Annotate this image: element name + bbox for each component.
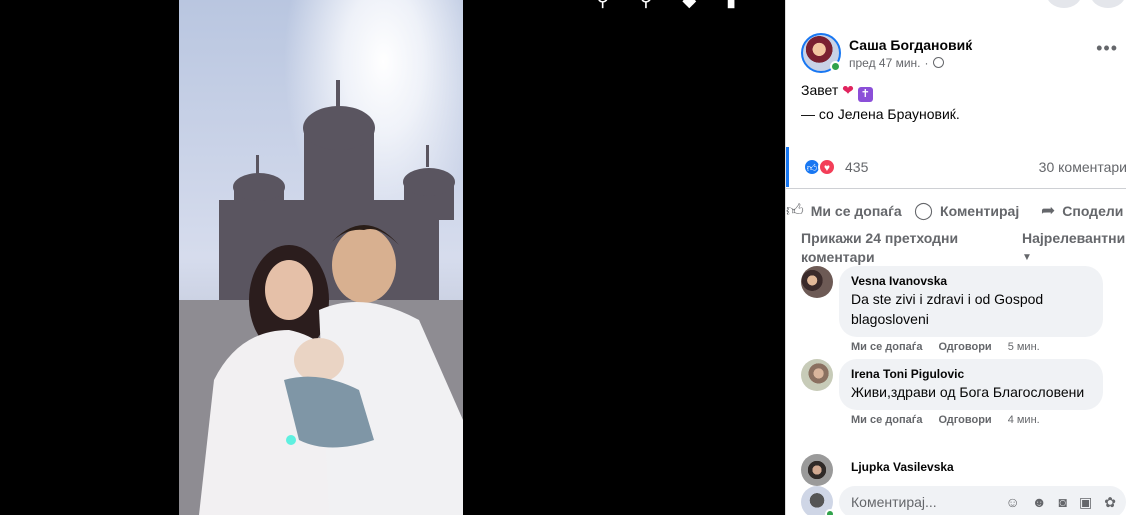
tagged-with: — со Јелена Брауновиќ. <box>801 106 960 122</box>
heart-emoji-icon: ❤ <box>842 82 854 98</box>
comment-text: Живи,здрави од Бога Благословени <box>851 384 1085 400</box>
comment-sort-dropdown[interactable]: Најрелевантни ▼ <box>1022 229 1125 267</box>
top-controls <box>1046 0 1126 8</box>
comment-composer: Коментирај... ☺ ☻ ◙ ▣ ✿ <box>801 486 1126 515</box>
author-name[interactable]: Саша Богдановиќ <box>849 37 972 53</box>
thumbs-up-icon: 👍︎ <box>786 201 804 220</box>
globe-icon <box>932 57 944 68</box>
photo-image <box>179 0 463 515</box>
comment-like-button[interactable]: Ми се допаѓа <box>851 414 922 426</box>
love-reaction-icon: ♥ <box>818 158 836 176</box>
emoji-icon[interactable]: ☻ <box>1032 494 1047 511</box>
post-actions: 👍︎ Ми се допаѓа ◯ Коментирај ➦ Сподели <box>786 188 1126 232</box>
camera-icon[interactable]: ◙ <box>1059 494 1067 511</box>
share-arrow-icon: ➦ <box>1041 200 1056 220</box>
notifications-button[interactable] <box>1046 0 1082 8</box>
composer-tools: ☺ ☻ ◙ ▣ ✿ <box>1006 494 1126 511</box>
post-meta: пред 47 мин. · <box>849 56 972 70</box>
reaction-count[interactable]: 435 <box>845 159 868 175</box>
more-options-icon[interactable]: ••• <box>1096 38 1118 59</box>
commenter-name[interactable]: Ljupka Vasilevska <box>851 460 1091 474</box>
post-header: Саша Богдановиќ пред 47 мин. · <box>801 33 972 73</box>
search-icon[interactable]: ⚲ <box>596 0 609 11</box>
viewer-toolbar: ⚲ ⚲ ◆ ▮ <box>596 0 736 11</box>
current-user-avatar[interactable] <box>801 486 835 515</box>
author-avatar[interactable] <box>801 33 841 73</box>
post-sidebar: Саша Богдановиќ пред 47 мин. · ••• Завет… <box>785 0 1126 515</box>
online-indicator <box>825 509 835 515</box>
comment-like-button[interactable]: Ми се допаѓа <box>851 341 922 353</box>
comment-time[interactable]: 4 мин. <box>1008 414 1040 426</box>
reaction-icons[interactable]: 👍︎ ♥ <box>803 158 836 176</box>
caret-down-icon: ▼ <box>1022 252 1032 263</box>
tagged-person-link[interactable]: Јелена Брауновиќ <box>838 106 956 122</box>
avatar-sticker-icon[interactable]: ☺ <box>1006 494 1020 511</box>
comment-bubble-icon: ◯ <box>914 200 934 220</box>
orthodox-cross-emoji-icon: ✝ <box>857 87 873 102</box>
commenter-name[interactable]: Vesna Ivanovska <box>851 274 1091 288</box>
commenter-avatar[interactable] <box>801 359 833 391</box>
post-photo[interactable] <box>179 0 463 515</box>
post-caption: Завет ❤ ✝ <box>801 82 873 102</box>
comment-button[interactable]: ◯ Коментирај <box>914 201 1019 221</box>
sticker-icon[interactable]: ✿ <box>1104 494 1116 511</box>
post-time[interactable]: пред 47 мин. <box>849 56 921 70</box>
reactions-bar: 👍︎ ♥ 435 30 коментари <box>786 147 1126 187</box>
comment-actions: Ми се допаѓа Одговори 5 мин. <box>839 341 1103 353</box>
comment-bubble: Vesna Ivanovska Da ste zivi i zdravi i o… <box>839 266 1103 337</box>
share-button[interactable]: ➦ Сподели <box>1041 201 1123 221</box>
comment: Vesna Ivanovska Da ste zivi i zdravi i o… <box>801 266 1103 353</box>
commenter-avatar[interactable] <box>801 454 833 486</box>
more-icon[interactable]: ▮ <box>726 0 736 11</box>
comment-bubble: Irena Toni Pigulovic Живи,здрави од Бога… <box>839 359 1103 410</box>
photo-viewer: ⚲ ⚲ ◆ ▮ <box>0 0 785 515</box>
commenter-name[interactable]: Irena Toni Pigulovic <box>851 367 1091 381</box>
comment-input[interactable]: Коментирај... ☺ ☻ ◙ ▣ ✿ <box>839 486 1126 515</box>
comment-count[interactable]: 30 коментари <box>1039 159 1126 175</box>
comment: Ljupka Vasilevska <box>801 454 1103 486</box>
gif-icon[interactable]: ▣ <box>1079 494 1092 511</box>
comment-actions: Ми се допаѓа Одговори 4 мин. <box>839 414 1103 426</box>
comment-reply-button[interactable]: Одговори <box>938 414 991 426</box>
comment-bubble: Ljupka Vasilevska <box>839 454 1103 482</box>
comment: Irena Toni Pigulovic Живи,здрави од Бога… <box>801 359 1103 426</box>
tag-icon[interactable]: ◆ <box>682 0 696 11</box>
comment-text: Da ste zivi i zdravi i od Gospod blagosl… <box>851 291 1044 327</box>
view-previous-comments-link[interactable]: Прикажи 24 претходни коментари <box>801 229 1001 267</box>
like-button[interactable]: 👍︎ Ми се допаѓа <box>786 200 902 221</box>
online-indicator <box>830 61 841 72</box>
comment-reply-button[interactable]: Одговори <box>938 341 991 353</box>
comment-time[interactable]: 5 мин. <box>1008 341 1040 353</box>
zoom-out-icon[interactable]: ⚲ <box>639 0 652 11</box>
account-button[interactable] <box>1090 0 1126 8</box>
commenter-avatar[interactable] <box>801 266 833 298</box>
